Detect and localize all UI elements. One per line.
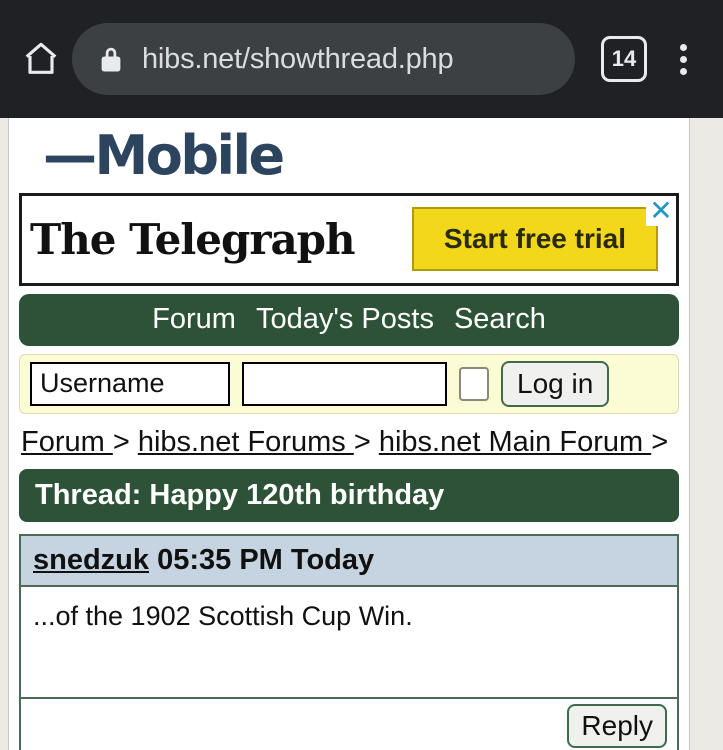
lock-icon — [98, 44, 124, 74]
nav-item-forum[interactable]: Forum — [152, 303, 236, 336]
post-container: snedzuk 05:35 PM Today ...of the 1902 Sc… — [19, 533, 679, 750]
login-bar: Log in — [19, 353, 679, 414]
login-button[interactable]: Log in — [501, 360, 610, 407]
close-icon[interactable]: ✕ — [646, 195, 676, 226]
remember-me-checkbox[interactable] — [459, 366, 489, 401]
post-body: ...of the 1902 Scottish Cup Win. — [33, 600, 413, 631]
address-bar[interactable]: hibs.net/showthread.php — [72, 23, 575, 95]
forum-nav-bar: Forum Today's Posts Search — [19, 293, 679, 346]
overflow-menu-icon[interactable] — [661, 37, 705, 81]
breadcrumb-separator-1: > — [112, 425, 138, 458]
post-timestamp: 05:35 PM Today — [157, 543, 375, 576]
breadcrumb-separator-2: > — [353, 425, 379, 458]
menu-dot-2 — [679, 55, 687, 63]
breadcrumb-item-hibs-forums[interactable]: hibs.net Forums — [138, 426, 354, 458]
menu-dot-1 — [679, 43, 687, 51]
url-text: hibs.net/showthread.php — [142, 42, 454, 75]
menu-dot-3 — [679, 67, 687, 75]
nav-item-search[interactable]: Search — [454, 303, 546, 336]
post-footer: Reply — [21, 696, 677, 750]
right-gutter[interactable] — [689, 118, 723, 750]
home-icon[interactable] — [18, 36, 64, 82]
ad-brand-name: The Telegraph — [30, 214, 356, 264]
page-viewport: —Mobile The Telegraph Start free trial ✕… — [0, 118, 723, 750]
thread-title: Thread: Happy 120th birthday — [19, 468, 679, 522]
breadcrumb: Forum > hibs.net Forums > hibs.net Main … — [9, 414, 689, 465]
password-input[interactable] — [242, 361, 447, 406]
breadcrumb-separator-3: > — [651, 425, 669, 458]
username-input[interactable] — [30, 361, 230, 406]
ad-cta-button[interactable]: Start free trial — [411, 207, 658, 272]
breadcrumb-item-forum[interactable]: Forum — [21, 426, 113, 458]
advertisement-banner[interactable]: The Telegraph Start free trial ✕ — [19, 192, 679, 286]
tab-count-label: 14 — [611, 46, 637, 71]
nav-item-todays-posts[interactable]: Today's Posts — [256, 303, 434, 336]
breadcrumb-item-main-forum[interactable]: hibs.net Main Forum — [379, 426, 651, 458]
site-logo: —Mobile — [43, 124, 285, 187]
left-gutter — [0, 118, 9, 750]
browser-toolbar: hibs.net/showthread.php 14 — [0, 0, 723, 118]
post-header: snedzuk 05:35 PM Today — [21, 535, 677, 587]
post-author-link[interactable]: snedzuk — [33, 544, 149, 576]
web-page: —Mobile The Telegraph Start free trial ✕… — [9, 118, 689, 750]
tab-switcher-button[interactable]: 14 — [601, 36, 647, 82]
reply-button[interactable]: Reply — [567, 703, 667, 748]
